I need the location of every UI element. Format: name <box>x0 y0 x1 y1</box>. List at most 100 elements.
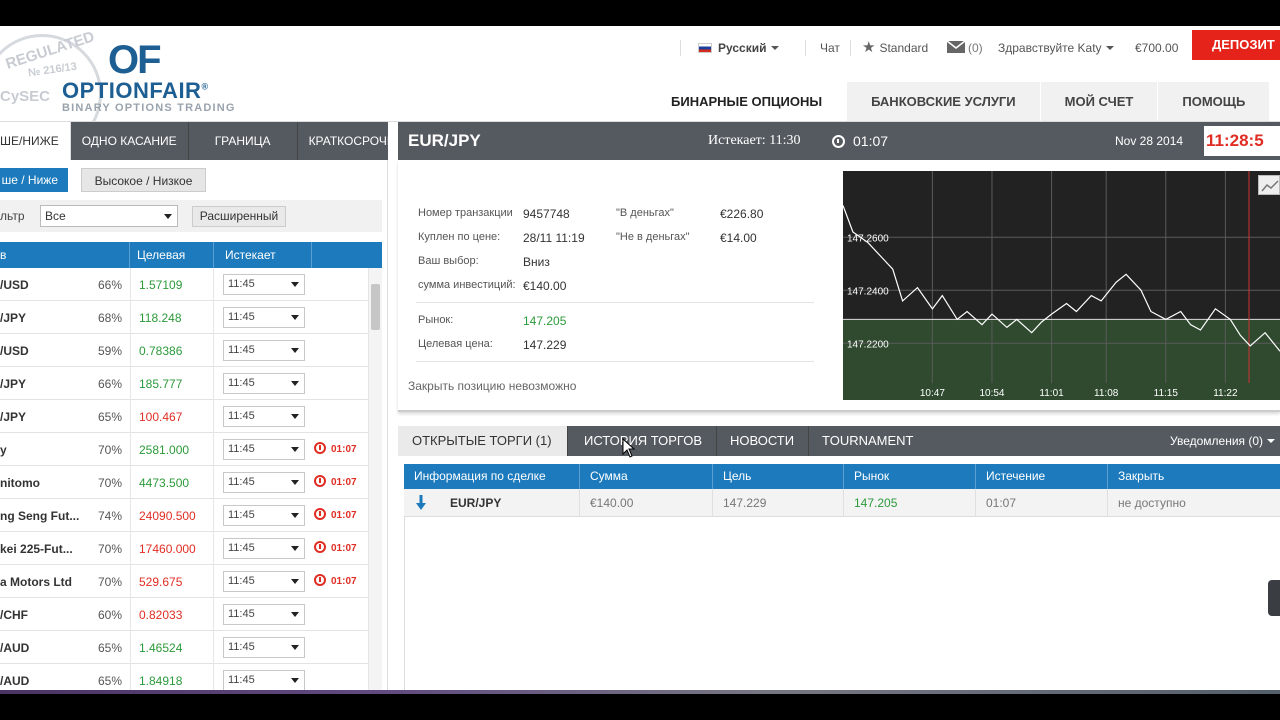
column-close[interactable]: Закрыть <box>1108 464 1280 489</box>
tab-one-touch[interactable]: Одно касание <box>71 122 189 160</box>
timer-value: 01:07 <box>331 510 357 521</box>
chat-link[interactable]: Чат <box>820 36 840 60</box>
x-tick-label: 11:22 <box>1213 388 1238 399</box>
asset-row[interactable]: /JPY 66% 185.777 11:45 <box>0 367 368 400</box>
deposit-button[interactable]: ДЕПОЗИТ <box>1192 30 1280 60</box>
tab-trade-history[interactable]: История торгов <box>570 426 718 456</box>
expiry-select[interactable]: 11:45 <box>223 571 305 592</box>
user-menu[interactable]: Здравствуйте Katy <box>998 36 1114 60</box>
asset-name: /CHF <box>0 608 28 622</box>
asset-row[interactable]: y 70% 2581.000 11:45 01:07 <box>0 433 368 466</box>
asset-row[interactable]: /AUD 65% 1.46524 11:45 <box>0 631 368 664</box>
asset-timer: 01:07 <box>314 442 357 455</box>
os-taskbar <box>0 690 1280 720</box>
logo[interactable]: REGULATED № 216/13 CySEC OF OPTIONFAIR® … <box>0 28 250 154</box>
column-expiry[interactable]: Истечение <box>976 464 1108 489</box>
expiry-select[interactable]: 11:45 <box>223 604 305 625</box>
expires-label: Истекает: 11:30 <box>708 133 801 149</box>
expires-time: 11:30 <box>769 133 801 148</box>
asset-row[interactable]: a Motors Ltd 70% 529.675 11:45 01:07 <box>0 565 368 598</box>
chart-type-icon[interactable] <box>1258 175 1280 195</box>
otm-value: €14.00 <box>720 231 757 245</box>
account-type[interactable]: ★ Standard <box>862 36 928 60</box>
expiry-select[interactable]: 11:45 <box>223 505 305 526</box>
x-tick-label: 11:01 <box>1039 388 1064 399</box>
expiry-select[interactable]: 11:45 <box>223 439 305 460</box>
column-amount[interactable]: Сумма <box>580 464 713 489</box>
asset-row[interactable]: /JPY 65% 100.467 11:45 <box>0 400 368 433</box>
tab-boundary[interactable]: Граница <box>189 122 298 160</box>
expiry-select[interactable]: 11:45 <box>223 670 305 690</box>
app-window: REGULATED № 216/13 CySEC OF OPTIONFAIR® … <box>0 26 1280 690</box>
chevron-down-icon <box>1105 46 1114 50</box>
language-selector[interactable]: Русский <box>698 36 779 60</box>
trade-amount: €140.00 <box>580 489 713 517</box>
column-asset[interactable]: в <box>0 242 130 268</box>
dropdown-arrow-icon <box>291 612 299 617</box>
divider <box>416 361 814 362</box>
choice-value: Вниз <box>523 255 550 269</box>
nav-tab-banking[interactable]: Банковские услуги <box>846 82 1040 122</box>
tab-high-low[interactable]: ше/Ниже <box>0 122 71 160</box>
advanced-button[interactable]: Расширенный <box>192 206 286 227</box>
nav-tab-help[interactable]: Помощь <box>1157 82 1270 122</box>
tab-news[interactable]: Новости <box>716 426 810 456</box>
subtab-high-low[interactable]: Высокое / Низкое <box>81 168 206 192</box>
expiry-select[interactable]: 11:45 <box>223 307 305 328</box>
side-panel-toggle[interactable] <box>1268 580 1280 616</box>
price-chart[interactable]: 10:47 10:54 11:01 11:08 11:15 11:22 147.2600 14… <box>843 171 1280 400</box>
column-target[interactable]: Цель <box>713 464 844 489</box>
asset-row[interactable]: ng Seng Fut... 74% 24090.500 11:45 01:07 <box>0 499 368 532</box>
brand-tagline: BINARY OPTIONS TRADING <box>62 102 236 114</box>
asset-list-scrollbar[interactable] <box>368 268 382 690</box>
subtab-above-below[interactable]: ше / Ниже <box>0 168 68 192</box>
messages-link[interactable]: (0) <box>946 36 983 60</box>
tab-tournament[interactable]: Tournament <box>808 426 927 456</box>
timer-value: 01:07 <box>331 576 357 587</box>
chart-svg: 10:47 10:54 11:01 11:08 11:15 11:22147.260014… <box>843 171 1280 400</box>
column-trade-info[interactable]: Информация по сделке <box>404 464 580 489</box>
asset-price: 17460.000 <box>130 532 214 565</box>
asset-payout: 70% <box>98 575 123 589</box>
nav-tab-binary-options[interactable]: Бинарные опционы <box>646 82 847 122</box>
column-target-price[interactable]: Целевая цена <box>130 242 214 288</box>
expiry-select[interactable]: 11:45 <box>223 373 305 394</box>
expiry-value: 11:45 <box>228 278 255 290</box>
expiry-select[interactable]: 11:45 <box>223 472 305 493</box>
trade-expiry: 01:07 <box>976 489 1108 517</box>
clock-icon <box>314 508 326 520</box>
nav-tab-my-account[interactable]: Мой счет <box>1039 82 1158 122</box>
expiry-select[interactable]: 11:45 <box>223 406 305 427</box>
column-market[interactable]: Рынок <box>844 464 976 489</box>
notifications-link[interactable]: Уведомления (0) <box>1170 434 1276 448</box>
asset-row[interactable]: /JPY 68% 118.248 11:45 <box>0 301 368 334</box>
asset-row[interactable]: kei 225-Fut... 70% 17460.000 11:45 01:07 <box>0 532 368 565</box>
asset-row[interactable]: /CHF 60% 0.82033 11:45 <box>0 598 368 631</box>
column-expiry[interactable]: Истекает <box>214 242 312 268</box>
asset-price: 4473.500 <box>130 466 214 499</box>
trade-close: не доступно <box>1118 496 1186 510</box>
expiry-select[interactable]: 11:45 <box>223 637 305 658</box>
itm-label: "В деньгах" <box>616 207 674 219</box>
scrollbar-thumb[interactable] <box>371 284 380 330</box>
expiry-select[interactable]: 11:45 <box>223 274 305 295</box>
open-trades-area <box>404 517 1280 690</box>
asset-payout: 65% <box>98 641 123 655</box>
clock-icon <box>314 475 326 487</box>
asset-name: /USD <box>0 344 29 358</box>
envelope-icon <box>946 40 966 53</box>
open-trade-row[interactable]: EUR/JPY €140.00 147.229 147.205 01:07 не… <box>404 489 1280 517</box>
asset-row[interactable]: /USD 66% 1.57109 11:45 <box>0 268 368 301</box>
dropdown-arrow-icon <box>164 214 172 219</box>
dropdown-arrow-icon <box>291 678 299 683</box>
asset-row[interactable]: /USD 59% 0.78386 11:45 <box>0 334 368 367</box>
asset-timer: 01:07 <box>314 574 357 587</box>
asset-row[interactable]: /AUD 65% 1.84918 11:45 <box>0 664 368 690</box>
asset-row[interactable]: nitomo 70% 4473.500 11:45 01:07 <box>0 466 368 499</box>
expiry-select[interactable]: 11:45 <box>223 340 305 361</box>
expiry-select[interactable]: 11:45 <box>223 538 305 559</box>
brand-text: OPTIONFAIR <box>62 78 202 103</box>
filter-select[interactable]: Все <box>40 205 178 227</box>
timer-value: 01:07 <box>331 543 357 554</box>
tab-open-trades[interactable]: Открытые торги (1) <box>398 426 568 456</box>
